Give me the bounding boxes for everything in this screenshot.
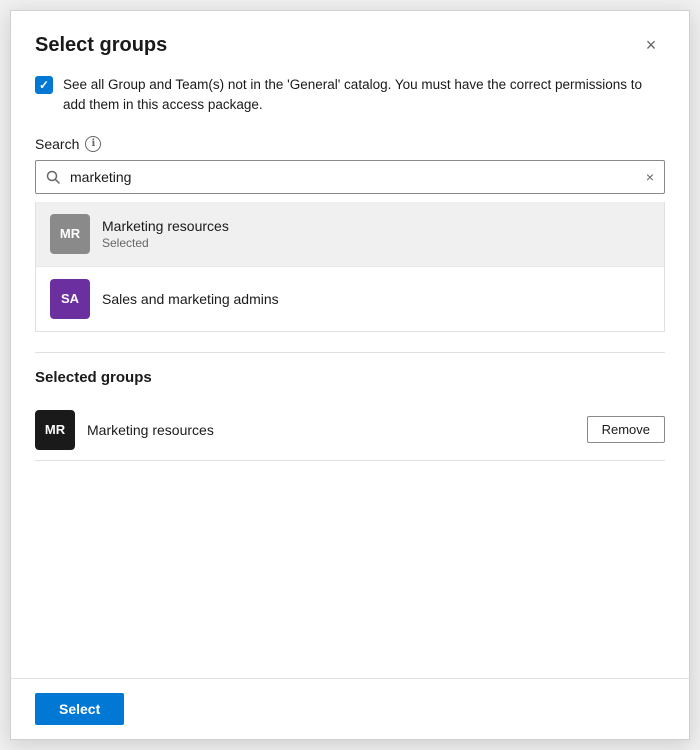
selected-groups-title: Selected groups (35, 369, 665, 386)
remove-button-marketing[interactable]: Remove (587, 416, 665, 443)
info-icon[interactable]: ℹ (85, 136, 101, 152)
select-groups-dialog: Select groups × ✓ See all Group and Team… (10, 10, 690, 740)
see-all-checkbox-row: ✓ See all Group and Team(s) not in the '… (35, 75, 665, 116)
checkmark-icon: ✓ (39, 78, 49, 92)
result-name-marketing: Marketing resources (102, 218, 229, 234)
result-item-marketing-resources[interactable]: MR Marketing resources Selected (36, 202, 664, 267)
search-label: Search (35, 136, 79, 152)
see-all-checkbox[interactable]: ✓ (35, 76, 53, 94)
selected-groups-section: Selected groups MR Marketing resources R… (35, 352, 665, 461)
search-section: Search ℹ × (35, 136, 665, 194)
selected-group-name-marketing: Marketing resources (87, 422, 575, 438)
select-button[interactable]: Select (35, 693, 124, 725)
result-item-sales-marketing[interactable]: SA Sales and marketing admins (36, 267, 664, 331)
close-button[interactable]: × (637, 31, 665, 59)
selected-group-row-marketing: MR Marketing resources Remove (35, 400, 665, 461)
search-input-wrapper: × (35, 160, 665, 194)
section-divider (35, 352, 665, 353)
search-icon (36, 162, 70, 192)
result-info-sales: Sales and marketing admins (102, 291, 279, 307)
see-all-label: See all Group and Team(s) not in the 'Ge… (63, 75, 665, 116)
dialog-footer: Select (11, 678, 689, 739)
avatar-sa-purple: SA (50, 279, 90, 319)
result-name-sales: Sales and marketing admins (102, 291, 279, 307)
dialog-body: ✓ See all Group and Team(s) not in the '… (11, 75, 689, 678)
dialog-header: Select groups × (11, 11, 689, 75)
avatar-mr-black: MR (35, 410, 75, 450)
search-label-row: Search ℹ (35, 136, 665, 152)
search-results-list: MR Marketing resources Selected SA Sales… (35, 202, 665, 332)
search-input[interactable] (70, 161, 636, 193)
result-status-marketing: Selected (102, 236, 229, 250)
avatar-mr-gray: MR (50, 214, 90, 254)
dialog-title: Select groups (35, 34, 167, 57)
result-info-marketing: Marketing resources Selected (102, 218, 229, 250)
search-clear-icon[interactable]: × (636, 161, 664, 193)
